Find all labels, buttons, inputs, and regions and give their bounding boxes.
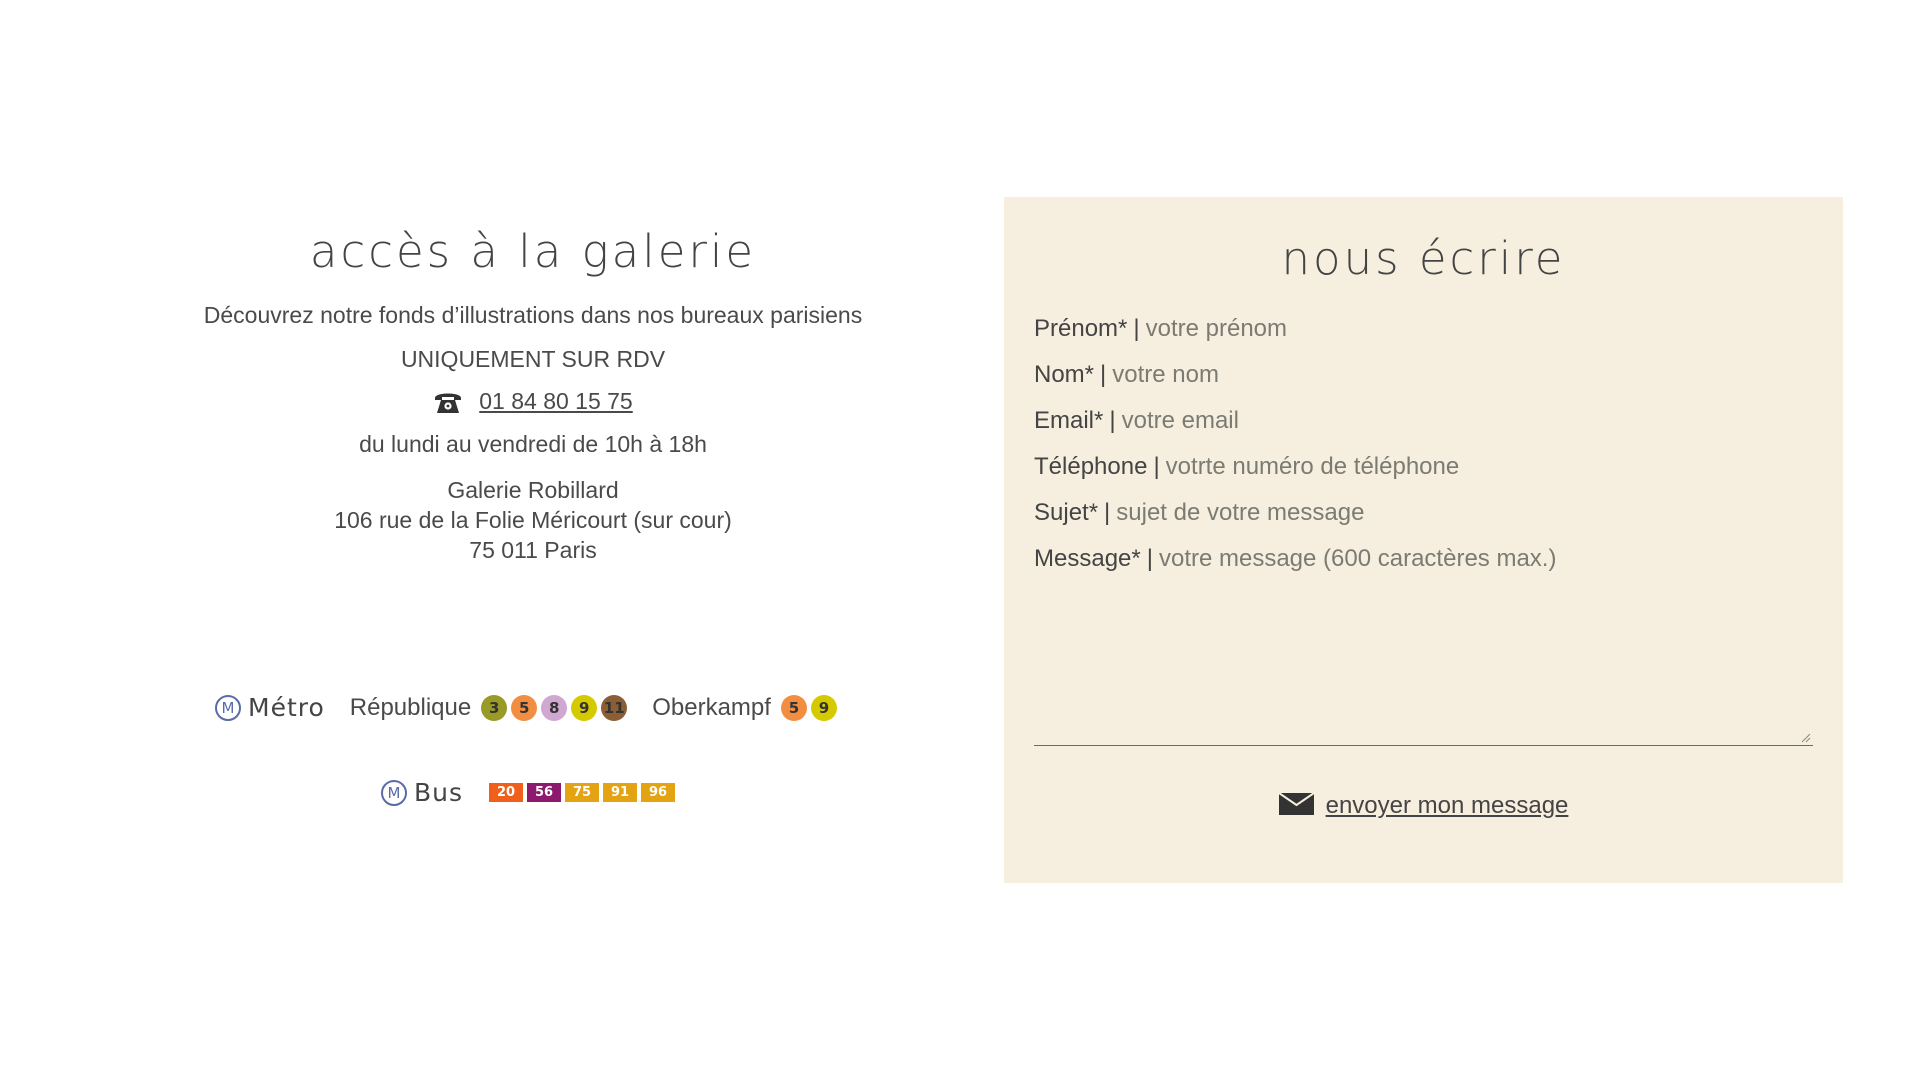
- message-row: Message* |: [1034, 536, 1813, 582]
- station-oberkampf: Oberkampf 5 9: [652, 694, 837, 722]
- appointment-note: UNIQUEMENT SUR RDV: [400, 346, 666, 372]
- gallery-address: Galerie Robillard 106 rue de la Folie Mé…: [100, 475, 966, 565]
- phone-row: Téléphone |: [1034, 444, 1813, 490]
- lastname-row: Nom* |: [1034, 352, 1813, 398]
- contact-form: Prénom* | Nom* | Email* | Téléphone | Su…: [1004, 306, 1843, 820]
- gallery-street: 106 rue de la Folie Méricourt (sur cour): [334, 507, 732, 533]
- bus-line-badge: 75: [565, 783, 600, 802]
- separator: |: [1153, 453, 1160, 480]
- metro-line-badge: 9: [810, 694, 837, 721]
- access-section: accès à la galerie Découvrez notre fonds…: [100, 220, 966, 565]
- bus-lines: 20 56 75 91 96: [489, 783, 679, 802]
- phone-label: Téléphone: [1034, 453, 1148, 480]
- phone-icon: [433, 389, 463, 415]
- metro-line-badge: 11: [601, 694, 628, 721]
- metro-label: Métro: [248, 693, 325, 722]
- resize-handle-icon[interactable]: [1801, 733, 1811, 743]
- opening-hours: du lundi au vendredi de 10h à 18h: [359, 431, 707, 457]
- lastname-label: Nom*: [1034, 361, 1095, 388]
- message-label: Message*: [1034, 545, 1141, 572]
- message-input[interactable]: [1158, 545, 1813, 573]
- bus-line-badge: 91: [603, 783, 638, 802]
- gallery-name: Galerie Robillard: [447, 477, 619, 503]
- contact-form-panel: nous écrire Prénom* | Nom* | Email* | Té…: [1004, 197, 1843, 883]
- envelope-icon: [1278, 791, 1315, 820]
- bus-logo-icon: M: [381, 779, 407, 806]
- separator: |: [1100, 361, 1107, 388]
- metro-info: M Métro République 3 5 8 9 11 Oberkampf …: [215, 693, 837, 722]
- metro-logo-icon: M: [215, 694, 241, 721]
- metro-line-badge: 9: [571, 694, 598, 721]
- subject-row: Sujet* |: [1034, 490, 1813, 536]
- subject-input[interactable]: [1116, 499, 1813, 527]
- bus-line-badge: 96: [641, 783, 676, 802]
- separator: |: [1109, 407, 1116, 434]
- email-label: Email*: [1034, 407, 1104, 434]
- metro-line-badge: 3: [481, 694, 508, 721]
- bus-label: Bus: [414, 778, 464, 807]
- metro-line-badge: 8: [541, 694, 568, 721]
- message-field: Message* |: [1034, 536, 1813, 746]
- station-name: République: [349, 693, 472, 721]
- separator: |: [1146, 545, 1153, 572]
- access-intro: Découvrez notre fonds d’illustrations da…: [203, 302, 863, 328]
- metro-line-badge: 5: [780, 694, 807, 721]
- metro-line-badge: 5: [511, 694, 538, 721]
- bus-line-badge: 20: [489, 783, 524, 802]
- access-title: accès à la galerie: [309, 225, 757, 278]
- firstname-row: Prénom* |: [1034, 306, 1813, 352]
- firstname-label: Prénom*: [1034, 315, 1128, 342]
- contact-title: nous écrire: [1281, 232, 1566, 285]
- separator: |: [1104, 499, 1111, 526]
- bus-info: M Bus 20 56 75 91 96: [381, 778, 679, 807]
- phone-line: 01 84 80 15 75: [100, 388, 966, 415]
- send-row: envoyer mon message: [1034, 791, 1813, 820]
- lastname-input[interactable]: [1112, 361, 1813, 389]
- gallery-city: 75 011 Paris: [469, 537, 597, 563]
- separator: |: [1133, 315, 1140, 342]
- phone-link[interactable]: 01 84 80 15 75: [479, 388, 632, 415]
- phone-input[interactable]: [1165, 453, 1813, 481]
- station-republique: République 3 5 8 9 11: [349, 693, 628, 722]
- station-name: Oberkampf: [652, 693, 771, 721]
- bus-line-badge: 56: [527, 783, 562, 802]
- subject-label: Sujet*: [1034, 499, 1099, 526]
- send-message-link[interactable]: envoyer mon message: [1326, 792, 1569, 820]
- firstname-input[interactable]: [1145, 315, 1813, 343]
- email-row: Email* |: [1034, 398, 1813, 444]
- email-input[interactable]: [1121, 407, 1813, 435]
